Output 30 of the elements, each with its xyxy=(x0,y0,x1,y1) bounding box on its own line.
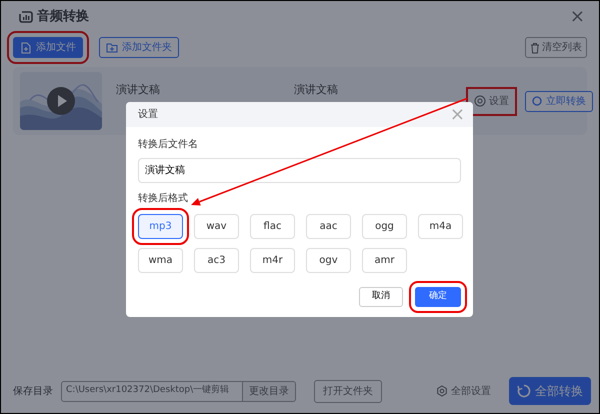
format-option[interactable]: wav xyxy=(194,214,239,239)
convert-all-button[interactable]: 全部转换 xyxy=(509,377,591,405)
format-option[interactable]: wma xyxy=(138,248,183,273)
save-directory-label: 保存目录 xyxy=(13,384,53,398)
format-option[interactable]: ogv xyxy=(306,248,351,273)
close-button[interactable]: × xyxy=(568,8,587,26)
change-directory-button[interactable]: 更改目录 xyxy=(243,380,296,402)
convert-now-button[interactable]: 立即转换 xyxy=(525,90,593,112)
field-label: 转换后文件名 xyxy=(138,138,199,152)
dialog-title: 设置 xyxy=(138,108,158,122)
open-folder-button[interactable]: 打开文件夹 xyxy=(314,380,382,402)
format-option[interactable]: amr xyxy=(362,248,407,273)
format-option[interactable]: flac xyxy=(250,214,295,239)
filename-field[interactable]: 演讲文稿 xyxy=(138,158,461,183)
confirm-button[interactable]: 确定 xyxy=(415,287,461,306)
format-option[interactable]: ac3 xyxy=(194,248,239,273)
window-title: 音频转换 xyxy=(37,8,89,26)
format-option[interactable]: ogg xyxy=(362,214,407,239)
output-file-name: 演讲文稿 xyxy=(294,82,339,98)
format-option[interactable]: m4a xyxy=(418,214,463,239)
cancel-button[interactable]: 取消 xyxy=(359,287,403,306)
settings-button[interactable]: 设置 xyxy=(472,92,511,110)
format-option[interactable]: aac xyxy=(306,214,351,239)
field-label: 转换后格式 xyxy=(138,192,189,206)
file-name: 演讲文稿 xyxy=(116,82,161,98)
format-option[interactable]: m4r xyxy=(250,248,295,273)
all-settings-button[interactable]: 全部设置 xyxy=(434,382,493,400)
clear-list-button[interactable]: 清空列表 xyxy=(525,37,587,58)
path-field[interactable]: C:\Users\xr102372\Desktop\一键剪辑 xyxy=(61,380,243,402)
add-folder-button[interactable]: 添加文件夹 xyxy=(99,37,179,58)
